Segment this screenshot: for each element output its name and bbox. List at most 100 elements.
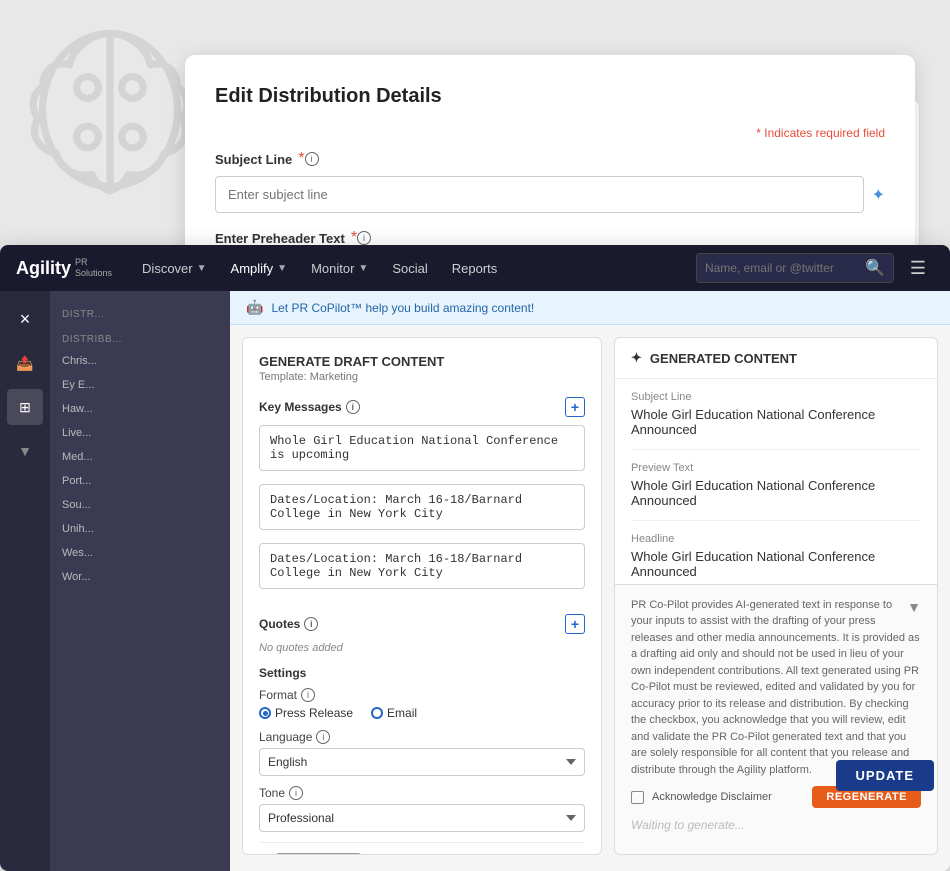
cancel-button[interactable]: CANCEL bbox=[275, 853, 362, 855]
tone-label: Tone bbox=[259, 786, 285, 800]
sidebar-item-distributions[interactable]: 📤 bbox=[7, 345, 43, 381]
hamburger-icon[interactable]: ☰ bbox=[902, 254, 934, 283]
disclaimer-text: PR Co-Pilot provides AI-generated text i… bbox=[631, 597, 921, 779]
acknowledge-label: Acknowledge Disclaimer bbox=[652, 789, 772, 806]
copilot-icon: 🤖 bbox=[246, 299, 263, 316]
subject-ai-icon[interactable]: ✦ bbox=[872, 185, 885, 205]
sidebar-item-grid[interactable]: ⊞ bbox=[7, 389, 43, 425]
left-panel-item-haw[interactable]: Haw... bbox=[50, 397, 230, 421]
key-message-2[interactable]: Dates/Location: March 16-18/Barnard Coll… bbox=[259, 484, 585, 530]
left-panel-section-1: DISTR... bbox=[50, 299, 230, 324]
content-area: × 📤 ⊞ ▼ DISTR... DISTRIBB... Chris... Ey… bbox=[0, 291, 950, 871]
key-messages-info-icon[interactable]: i bbox=[346, 400, 360, 414]
add-quote-button[interactable]: + bbox=[565, 614, 585, 634]
draft-footer: CANCEL REGENERATE bbox=[259, 842, 585, 855]
key-message-3[interactable]: Dates/Location: March 16-18/Barnard Coll… bbox=[259, 543, 585, 589]
gen-headline: Headline Whole Girl Education National C… bbox=[631, 521, 921, 584]
quotes-area: Quotes i + No quotes added bbox=[259, 614, 585, 654]
format-info-icon[interactable]: i bbox=[301, 688, 315, 702]
logo-sub: PRSolutions bbox=[75, 257, 112, 279]
left-panel-item-unih[interactable]: Unih... bbox=[50, 517, 230, 541]
nav-search-input[interactable] bbox=[705, 261, 865, 275]
quotes-info-icon[interactable]: i bbox=[304, 617, 318, 631]
quotes-label: Quotes bbox=[259, 617, 300, 631]
radio-email-dot bbox=[371, 707, 383, 719]
nav-discover[interactable]: Discover ▼ bbox=[132, 253, 216, 284]
gen-headline-value: Whole Girl Education National Conference… bbox=[631, 549, 921, 579]
language-info-icon[interactable]: i bbox=[316, 730, 330, 744]
left-panel-item-live[interactable]: Live... bbox=[50, 421, 230, 445]
update-btn-area: UPDATE bbox=[836, 760, 934, 791]
nav-search-area[interactable]: 🔍 bbox=[696, 253, 894, 283]
left-panel-item-port[interactable]: Port... bbox=[50, 469, 230, 493]
edit-dist-title: Edit Distribution Details bbox=[215, 85, 885, 108]
radio-press-release-label: Press Release bbox=[275, 706, 353, 720]
discover-caret-icon: ▼ bbox=[197, 263, 207, 274]
gen-header: ✦ GENERATED CONTENT bbox=[615, 338, 937, 379]
settings-section: Settings Format i Press Release bbox=[259, 666, 585, 832]
add-key-message-button[interactable]: + bbox=[565, 397, 585, 417]
gen-preview-value: Whole Girl Education National Conference… bbox=[631, 478, 921, 508]
language-label: Language bbox=[259, 730, 312, 744]
left-panel-item-wor[interactable]: Wor... bbox=[50, 565, 230, 589]
sidebar-item-filter[interactable]: ▼ bbox=[7, 433, 43, 469]
acknowledge-checkbox[interactable] bbox=[631, 791, 644, 804]
waiting-text: Waiting to generate... bbox=[631, 808, 921, 842]
left-panel-item-wes[interactable]: Wes... bbox=[50, 541, 230, 565]
nav-reports[interactable]: Reports bbox=[442, 253, 508, 284]
radio-email-label: Email bbox=[387, 706, 417, 720]
main-content: 🤖 Let PR CoPilot™ help you build amazing… bbox=[230, 291, 950, 871]
key-messages-header: Key Messages i + bbox=[259, 397, 585, 417]
format-field: Format i Press Release Email bbox=[259, 688, 585, 720]
settings-title: Settings bbox=[259, 666, 585, 680]
language-field: Language i English French Spanish bbox=[259, 730, 585, 776]
navbar: Agility PRSolutions Discover ▼ Amplify ▼… bbox=[0, 245, 950, 291]
tone-select[interactable]: Professional Casual Formal bbox=[259, 804, 585, 832]
amplify-caret-icon: ▼ bbox=[277, 263, 287, 274]
sidebar: × 📤 ⊞ ▼ bbox=[0, 291, 50, 871]
app-window: Agility PRSolutions Discover ▼ Amplify ▼… bbox=[0, 245, 950, 871]
logo-area: Agility PRSolutions bbox=[16, 257, 112, 279]
radio-press-release[interactable]: Press Release bbox=[259, 706, 353, 720]
left-panel-item-med[interactable]: Med... bbox=[50, 445, 230, 469]
gen-headline-label: Headline bbox=[631, 533, 921, 545]
disclaimer-toggle-icon[interactable]: ▼ bbox=[907, 597, 921, 618]
gen-subject-line: Subject Line Whole Girl Education Nation… bbox=[631, 379, 921, 450]
key-message-1[interactable]: Whole Girl Education National Conference… bbox=[259, 425, 585, 471]
sidebar-close[interactable]: × bbox=[7, 301, 43, 337]
left-panel-item-ey[interactable]: Ey E... bbox=[50, 373, 230, 397]
subject-line-info-icon[interactable]: i bbox=[305, 152, 319, 166]
draft-panel-title: GENERATE DRAFT CONTENT bbox=[259, 354, 585, 369]
copilot-bar: 🤖 Let PR CoPilot™ help you build amazing… bbox=[230, 291, 950, 325]
regenerate-button[interactable]: REGENERATE bbox=[450, 854, 569, 855]
search-icon: 🔍 bbox=[865, 258, 885, 278]
nav-monitor[interactable]: Monitor ▼ bbox=[301, 253, 378, 284]
subject-line-input[interactable] bbox=[215, 176, 864, 213]
nav-items: Discover ▼ Amplify ▼ Monitor ▼ Social Re… bbox=[132, 253, 696, 284]
disclaimer-area: ▼ PR Co-Pilot provides AI-generated text… bbox=[615, 584, 937, 855]
draft-panel-subtitle: Template: Marketing bbox=[259, 371, 585, 383]
left-panel-item-sou[interactable]: Sou... bbox=[50, 493, 230, 517]
copilot-text: Let PR CoPilot™ help you build amazing c… bbox=[271, 301, 534, 315]
radio-press-release-dot bbox=[259, 707, 271, 719]
nav-amplify[interactable]: Amplify ▼ bbox=[221, 253, 298, 284]
gen-preview-text: Preview Text Whole Girl Education Nation… bbox=[631, 450, 921, 521]
update-button[interactable]: UPDATE bbox=[836, 760, 934, 791]
language-select[interactable]: English French Spanish bbox=[259, 748, 585, 776]
logo-text: Agility bbox=[16, 258, 71, 279]
subject-line-label: Subject Line bbox=[215, 152, 292, 167]
left-panel-item-chris[interactable]: Chris... bbox=[50, 349, 230, 373]
brain-logo bbox=[20, 20, 200, 200]
required-note: * Indicates required field bbox=[215, 126, 885, 140]
gen-header-title: GENERATED CONTENT bbox=[650, 351, 797, 366]
preheader-label: Enter Preheader Text bbox=[215, 231, 345, 246]
gen-subject-label: Subject Line bbox=[631, 391, 921, 403]
key-messages-label: Key Messages bbox=[259, 400, 342, 414]
preheader-info-icon[interactable]: i bbox=[357, 231, 371, 245]
monitor-caret-icon: ▼ bbox=[358, 263, 368, 274]
format-label: Format bbox=[259, 688, 297, 702]
nav-social[interactable]: Social bbox=[382, 253, 437, 284]
gen-preview-label: Preview Text bbox=[631, 462, 921, 474]
tone-info-icon[interactable]: i bbox=[289, 786, 303, 800]
radio-email[interactable]: Email bbox=[371, 706, 417, 720]
